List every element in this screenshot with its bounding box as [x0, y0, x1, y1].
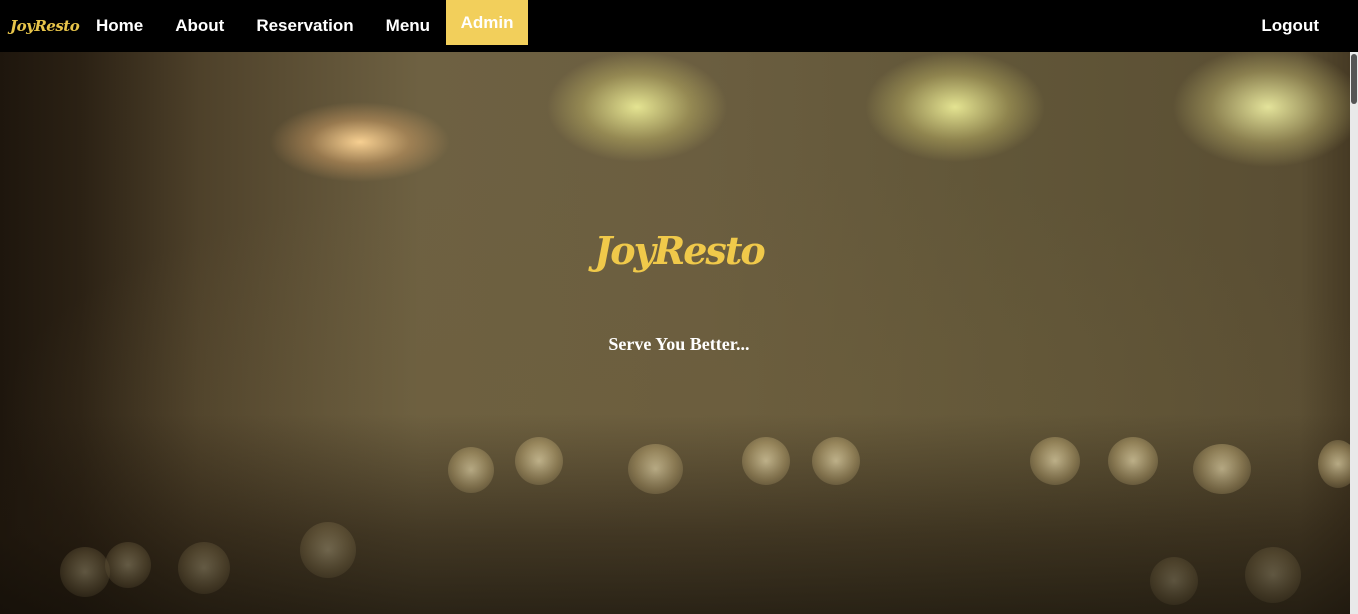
- hero-tagline: Serve You Better...: [608, 334, 750, 354]
- top-navbar: JoyResto Home About Reservation Menu Adm…: [0, 0, 1358, 52]
- nav-link-about[interactable]: About: [159, 0, 240, 52]
- hero-logo: JoyResto: [594, 228, 765, 273]
- logout-button[interactable]: Logout: [1245, 0, 1335, 52]
- nav-link-home[interactable]: Home: [80, 0, 159, 52]
- scrollbar-thumb[interactable]: [1351, 54, 1357, 104]
- hero-banner: [0, 52, 1350, 614]
- brand-logo[interactable]: JoyResto: [0, 0, 80, 52]
- nav-link-admin[interactable]: Admin: [446, 0, 529, 45]
- page-scrollbar[interactable]: [1350, 52, 1358, 614]
- nav-link-reservation[interactable]: Reservation: [240, 0, 369, 52]
- nav-link-menu[interactable]: Menu: [370, 0, 446, 52]
- hero-shade: [0, 414, 1350, 614]
